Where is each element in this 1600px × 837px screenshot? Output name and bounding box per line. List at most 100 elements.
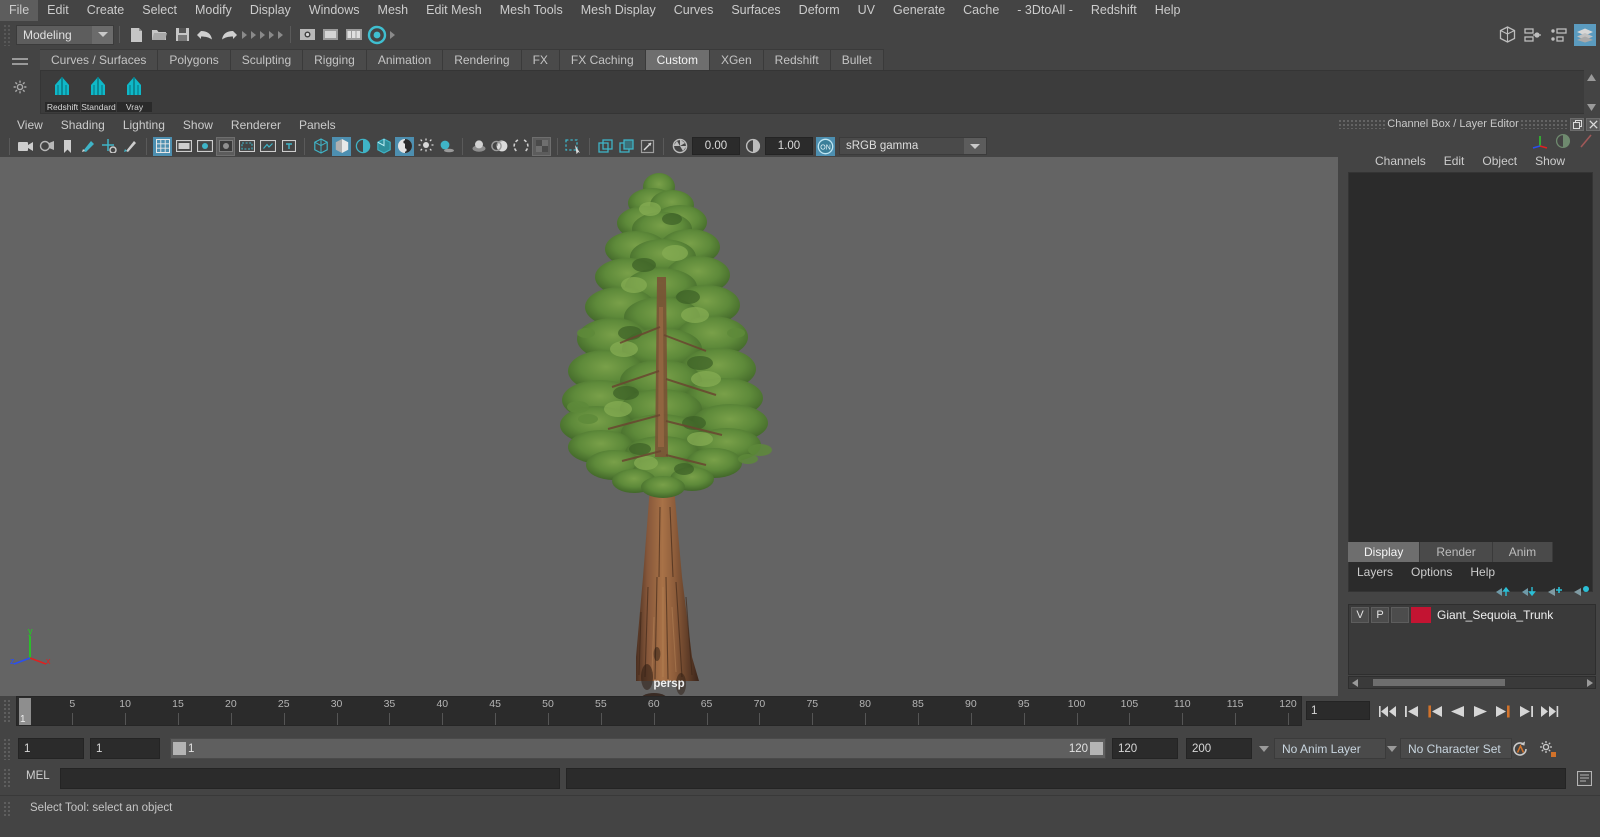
screen-space-ao-icon[interactable]	[469, 137, 488, 156]
range-slider-bar[interactable]: 1 120	[170, 738, 1106, 759]
color-management-selector[interactable]: sRGB gamma	[839, 137, 987, 155]
textured-icon[interactable]	[395, 137, 414, 156]
safe-action-icon[interactable]	[258, 137, 277, 156]
image-plane-icon[interactable]	[79, 137, 98, 156]
animation-preferences-icon[interactable]	[1538, 739, 1558, 759]
help-line-grip[interactable]	[3, 801, 12, 817]
scroll-right-icon[interactable]	[1583, 679, 1595, 687]
current-time-indicator[interactable]: 1	[19, 698, 31, 725]
wireframe-icon[interactable]	[311, 137, 330, 156]
undo-icon[interactable]	[195, 24, 216, 45]
auto-keyframe-icon[interactable]	[1510, 739, 1530, 759]
anim-start-field[interactable]: 1	[18, 738, 84, 759]
status-group-collapse-5[interactable]	[276, 25, 285, 44]
command-language-label[interactable]: MEL	[26, 770, 50, 782]
layer-menu-help[interactable]: Help	[1461, 563, 1504, 582]
chevron-down-icon[interactable]	[92, 26, 113, 44]
color-management-toggle-icon[interactable]: ON	[816, 137, 835, 156]
menu-select[interactable]: Select	[133, 0, 186, 21]
gamma-icon[interactable]	[743, 137, 762, 156]
step-forward-key-icon[interactable]	[1493, 701, 1514, 722]
layer-menu-layers[interactable]: Layers	[1348, 563, 1402, 582]
redo-icon[interactable]	[218, 24, 239, 45]
menu-modify[interactable]: Modify	[186, 0, 241, 21]
menu-curves[interactable]: Curves	[665, 0, 723, 21]
channel-menu-show[interactable]: Show	[1526, 152, 1574, 171]
open-scene-icon[interactable]	[149, 24, 170, 45]
scrollbar-thumb[interactable]	[1373, 679, 1505, 686]
go-to-start-icon[interactable]	[1378, 701, 1399, 722]
depth-of-field-icon[interactable]	[532, 137, 551, 156]
menu-edit-mesh[interactable]: Edit Mesh	[417, 0, 491, 21]
bookmark-camera-icon[interactable]	[37, 137, 56, 156]
grid-icon[interactable]	[153, 137, 172, 156]
close-icon[interactable]	[1586, 118, 1600, 131]
display-layer-list[interactable]: V P Giant_Sequoia_Trunk	[1348, 604, 1596, 675]
anim-layer-selector[interactable]: No Anim Layer	[1274, 738, 1386, 759]
shelf-tab-fx[interactable]: FX	[522, 49, 560, 70]
shelf-tab-rendering[interactable]: Rendering	[443, 49, 521, 70]
viewport-menu-lighting[interactable]: Lighting	[114, 116, 174, 135]
range-slider-grip[interactable]	[3, 738, 12, 760]
multisample-icon[interactable]	[511, 137, 530, 156]
menu-surfaces[interactable]: Surfaces	[722, 0, 789, 21]
use-all-lights-icon[interactable]	[416, 137, 435, 156]
gamma-field[interactable]: 1.00	[765, 137, 813, 155]
current-frame-field[interactable]: 1	[1306, 701, 1370, 720]
menu-set-selector[interactable]: Modeling	[16, 25, 114, 45]
menu-mesh-tools[interactable]: Mesh Tools	[491, 0, 572, 21]
chevron-down-icon[interactable]	[964, 138, 986, 154]
move-layer-up-icon[interactable]	[1495, 585, 1512, 601]
character-set-selector[interactable]: No Character Set	[1400, 738, 1512, 759]
shaded-wireframe-icon[interactable]	[353, 137, 372, 156]
panel-grip[interactable]	[1338, 119, 1386, 129]
layer-playback-toggle[interactable]: P	[1371, 607, 1389, 623]
restore-icon[interactable]	[1570, 118, 1584, 131]
render-globals-icon[interactable]	[366, 24, 387, 45]
panel-grip[interactable]	[1520, 119, 1568, 129]
xray-active-components-icon[interactable]	[638, 137, 657, 156]
new-layer-from-selected-icon[interactable]	[1573, 585, 1590, 601]
half-circle-icon[interactable]	[1555, 133, 1571, 152]
menu-mesh-display[interactable]: Mesh Display	[572, 0, 665, 21]
isolate-select-icon[interactable]	[564, 137, 583, 156]
tab-render[interactable]: Render	[1420, 542, 1492, 562]
menu-help[interactable]: Help	[1146, 0, 1190, 21]
time-slider-grip[interactable]	[3, 699, 12, 723]
channel-menu-object[interactable]: Object	[1473, 152, 1526, 171]
status-group-collapse-2[interactable]	[249, 25, 258, 44]
scroll-left-icon[interactable]	[1349, 679, 1361, 687]
render-settings-icon[interactable]	[343, 24, 364, 45]
grease-pencil-icon[interactable]	[121, 137, 140, 156]
play-forwards-icon[interactable]	[1470, 701, 1491, 722]
viewport-menu-show[interactable]: Show	[174, 116, 222, 135]
film-origin-icon[interactable]	[237, 137, 256, 156]
anim-layer-chevron-icon[interactable]	[1384, 738, 1400, 759]
step-forward-frame-icon[interactable]	[1516, 701, 1537, 722]
layer-row[interactable]: V P Giant_Sequoia_Trunk	[1349, 605, 1595, 624]
ipr-render-icon[interactable]	[320, 24, 341, 45]
layer-visibility-toggle[interactable]: V	[1351, 607, 1369, 623]
channel-menu-edit[interactable]: Edit	[1435, 152, 1474, 171]
time-slider-track[interactable]: 1 51015202530354045505560657075808590951…	[16, 696, 1302, 726]
status-line-grip[interactable]	[3, 24, 12, 46]
smooth-shade-icon[interactable]	[332, 137, 351, 156]
transform-axis-icon[interactable]	[1532, 133, 1548, 152]
layer-shading-toggle[interactable]	[1391, 607, 1409, 623]
shelf-tab-custom[interactable]: Custom	[646, 49, 710, 70]
gate-mask-icon[interactable]	[216, 137, 235, 156]
motion-blur-icon[interactable]	[490, 137, 509, 156]
shelf-tab-redshift[interactable]: Redshift	[764, 49, 831, 70]
menu-file[interactable]: File	[0, 0, 38, 21]
step-back-key-icon[interactable]	[1424, 701, 1445, 722]
status-group-collapse-1[interactable]	[240, 25, 249, 44]
go-to-end-icon[interactable]	[1539, 701, 1560, 722]
camera-attributes-icon[interactable]	[58, 137, 77, 156]
menu-windows[interactable]: Windows	[300, 0, 369, 21]
modeling-toolkit-icon[interactable]	[1496, 24, 1518, 46]
menu-display[interactable]: Display	[241, 0, 300, 21]
status-group-collapse-3[interactable]	[258, 25, 267, 44]
shelf-button-vray[interactable]: Vray	[117, 73, 152, 113]
range-start-field[interactable]: 1	[90, 738, 160, 759]
range-end-field[interactable]: 120	[1112, 738, 1178, 759]
